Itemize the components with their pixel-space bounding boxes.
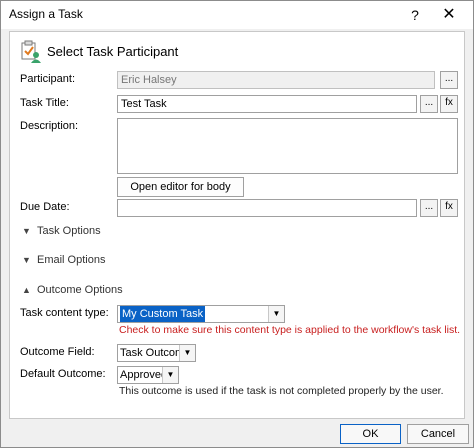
- close-button[interactable]: ✕: [429, 3, 469, 27]
- outcome-field-select[interactable]: Task Outcome ▼: [117, 344, 196, 362]
- task-content-type-select[interactable]: My Custom Task ▼: [117, 305, 285, 323]
- header-title: Select Task Participant: [47, 44, 179, 59]
- description-label: Description:: [20, 120, 79, 132]
- outcome-options-label: Outcome Options: [37, 284, 123, 296]
- chevron-down-icon: ▼: [22, 255, 31, 265]
- description-textarea[interactable]: [117, 118, 458, 174]
- outcome-options-section[interactable]: ▲ Outcome Options: [22, 284, 123, 296]
- task-clipboard-icon: [20, 40, 42, 64]
- due-date-browse-button[interactable]: ...: [420, 199, 438, 217]
- participant-label: Participant:: [20, 73, 76, 85]
- task-content-type-value: My Custom Task: [120, 306, 206, 322]
- default-outcome-select[interactable]: Approved ▼: [117, 366, 179, 384]
- chevron-down-icon: ▼: [179, 345, 195, 361]
- ok-button[interactable]: OK: [340, 424, 401, 444]
- outcome-field-label: Outcome Field:: [20, 346, 95, 358]
- default-outcome-label: Default Outcome:: [20, 368, 106, 380]
- email-options-section[interactable]: ▼ Email Options: [22, 254, 105, 266]
- chevron-down-icon: ▼: [268, 306, 284, 322]
- email-options-label: Email Options: [37, 254, 106, 266]
- default-outcome-value: Approved: [120, 369, 168, 381]
- content-type-warning: Check to make sure this content type is …: [119, 324, 461, 336]
- task-content-type-label: Task content type:: [20, 307, 109, 319]
- participant-browse-button[interactable]: ...: [440, 71, 458, 89]
- task-title-input[interactable]: Test Task: [117, 95, 417, 113]
- cancel-button[interactable]: Cancel: [407, 424, 469, 444]
- assign-task-dialog: Assign a Task ? ✕ Select Task Participan…: [0, 0, 474, 448]
- task-options-section[interactable]: ▼ Task Options: [22, 225, 101, 237]
- task-options-label: Task Options: [37, 225, 101, 237]
- due-date-label: Due Date:: [20, 201, 70, 213]
- title-bar: Assign a Task ? ✕: [1, 1, 473, 29]
- task-title-label: Task Title:: [20, 97, 69, 109]
- task-title-browse-button[interactable]: ...: [420, 95, 438, 113]
- participant-field: Eric Halsey: [117, 71, 435, 89]
- dialog-content: Select Task Participant Participant: Eri…: [9, 31, 465, 419]
- chevron-down-icon: ▼: [162, 367, 178, 383]
- window-title: Assign a Task: [9, 7, 83, 21]
- chevron-down-icon: ▼: [22, 226, 31, 236]
- open-editor-button[interactable]: Open editor for body: [117, 177, 244, 197]
- due-date-fx-button[interactable]: fx: [440, 199, 458, 217]
- due-date-input[interactable]: [117, 199, 417, 217]
- default-outcome-note: This outcome is used if the task is not …: [119, 385, 444, 397]
- task-title-fx-button[interactable]: fx: [440, 95, 458, 113]
- help-button[interactable]: ?: [405, 5, 425, 25]
- chevron-up-icon: ▲: [22, 285, 31, 295]
